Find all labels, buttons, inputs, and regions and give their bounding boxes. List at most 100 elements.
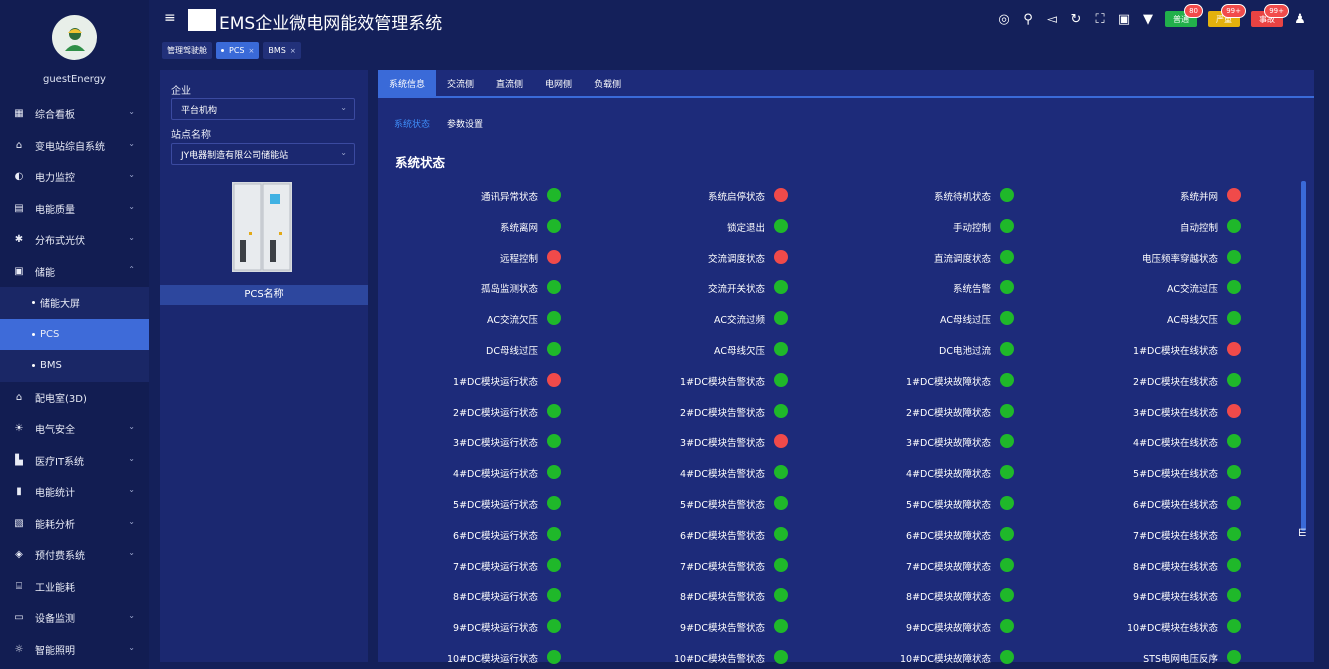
status-label: 5#DC模块在线状态: [1133, 469, 1218, 481]
sidebar-item[interactable]: ⌸ 工业能耗: [0, 571, 149, 603]
sidebar-item[interactable]: ◐ 电力监控 ⌄: [0, 161, 149, 193]
sidebar-item-label: 电力监控: [35, 173, 75, 185]
sidebar-item[interactable]: ▙ 医疗IT系统 ⌄: [0, 445, 149, 477]
fullscreen-icon[interactable]: ⛶: [1093, 12, 1107, 27]
page-tab[interactable]: BMS ×: [263, 42, 301, 59]
username: guestEnergy: [43, 74, 106, 85]
status-label: 6#DC模块在线状态: [1133, 500, 1218, 511]
status-indicator-red: [1227, 403, 1241, 418]
sidebar-item[interactable]: ▧ 能耗分析 ⌄: [0, 508, 149, 540]
main-tab[interactable]: 电网侧: [534, 70, 583, 96]
page-tab[interactable]: 管理驾驶舱: [162, 42, 212, 59]
alarm-badge[interactable]: 严重 99+: [1208, 4, 1246, 27]
alarm-badge[interactable]: 事故 99+: [1251, 4, 1289, 27]
active-dot-icon: [221, 49, 224, 52]
close-icon[interactable]: ×: [249, 47, 255, 55]
status-label: 10#DC模块在线状态: [1127, 623, 1218, 635]
home-icon: ⌂: [15, 139, 23, 151]
sidebar-item[interactable]: ▮ 电能统计 ⌄: [0, 476, 149, 508]
menu-toggle-icon[interactable]: ≡: [164, 10, 176, 26]
sidebar-item-label: 医疗IT系统: [35, 456, 85, 468]
sidebar-item[interactable]: ☼ 智能照明 ⌄: [0, 634, 149, 666]
sidebar-item-label: 电能统计: [35, 488, 75, 500]
sidebar-item-label: 智能照明: [35, 645, 75, 657]
user-icon[interactable]: ♟: [1293, 12, 1307, 27]
company-select[interactable]: 平台机构 ⌄: [171, 98, 355, 120]
sidebar-item[interactable]: ✱ 分布式光伏 ⌄: [0, 224, 149, 256]
status-item: AC母线欠压: [378, 305, 1241, 335]
chevron-down-icon: ⌄: [128, 485, 135, 494]
sidebar-item[interactable]: ☀ 电气安全 ⌄: [0, 413, 149, 445]
mute-icon[interactable]: ◅: [1045, 12, 1059, 27]
sidebar-item-label: 储能: [35, 267, 55, 279]
translate-icon[interactable]: ▣: [1117, 12, 1131, 27]
main-tab[interactable]: 系统信息: [378, 70, 437, 96]
main-tab[interactable]: 负载侧: [583, 70, 632, 96]
sub-tab[interactable]: 系统状态: [394, 117, 430, 130]
page-tab-label: 管理驾驶舱: [167, 46, 207, 55]
sidebar: guestEnergy ▦ 综合看板 ⌄ ⌂ 变电站综自系统 ⌄ ◐ 电力监控 ⌄ ▤ 电能质量 ⌄ ✱…: [0, 0, 149, 669]
house-icon: ⌂: [15, 391, 23, 403]
status-label: STS电网电压反序: [1143, 654, 1218, 665]
status-row: 2#DC模块运行状态 2#DC模块告警状态 2#DC模块故障状态 3#DC模块在线状态: [378, 398, 1314, 428]
chevron-down-icon: ⌄: [128, 453, 135, 463]
alarm-count: 80: [1184, 4, 1203, 18]
sidebar-item[interactable]: PCS: [0, 318, 149, 350]
bullet-icon: [32, 332, 35, 336]
status-label: 7#DC模块在线状态: [1133, 530, 1218, 542]
user-avatar[interactable]: [52, 15, 97, 60]
status-label: 1#DC模块在线状态: [1133, 346, 1218, 357]
station-select[interactable]: JY电器制造有限公司储能站 ⌄: [171, 143, 355, 165]
alarm-count: 99+: [1264, 4, 1289, 18]
status-row: 10#DC模块运行状态 10#DC模块告警状态 10#DC模块故障状态 STS电网电压…: [378, 644, 1314, 669]
sidebar-item[interactable]: ⌂ 配电室(3D): [0, 382, 149, 414]
sidebar-menu: ▦ 综合看板 ⌄ ⌂ 变电站综自系统 ⌄ ◐ 电力监控 ⌄ ▤ 电能质量 ⌄ ✱ 分布式光伏 ⌄ ▣ 储能 ⌃ 储能…: [0, 98, 149, 665]
sidebar-item[interactable]: ▦ 综合看板 ⌄: [0, 98, 149, 130]
status-item: 5#DC模块在线状态: [378, 459, 1241, 489]
refresh-icon[interactable]: ↻: [1069, 12, 1083, 27]
pcs-name-label[interactable]: PCS名称: [160, 285, 368, 305]
main-tab[interactable]: 直流侧: [485, 70, 534, 96]
quality-icon: ▤: [14, 202, 24, 214]
power-icon: ◐: [14, 171, 24, 183]
sidebar-item[interactable]: ▣ 储能 ⌃: [0, 256, 149, 288]
company-label: 企业: [171, 86, 191, 97]
search-icon[interactable]: ⚲: [1021, 12, 1035, 27]
sidebar-item[interactable]: ⌂ 变电站综自系统 ⌄: [0, 130, 149, 162]
scrollbar[interactable]: [1301, 181, 1306, 531]
header: ≡ EMS企业微电网能效管理系统 ◎ ⚲ ◅ ↻ ⛶ ▣ ▼ 普通 80 严重 99+…: [149, 0, 1329, 62]
sidebar-item-label: 配电室(3D): [35, 393, 87, 405]
light-icon: ☼: [14, 643, 24, 655]
alarm-badge[interactable]: 普通 80: [1165, 4, 1203, 27]
sidebar-item-label: 储能大屏: [40, 299, 80, 311]
chevron-down-icon: ⌄: [128, 138, 135, 148]
sub-tab[interactable]: 参数设置: [447, 117, 483, 130]
status-indicator-green: [1227, 465, 1241, 480]
close-icon[interactable]: ×: [290, 47, 296, 55]
status-indicator-green: [1227, 526, 1241, 541]
sidebar-item[interactable]: ▤ 电能质量 ⌄: [0, 193, 149, 225]
sidebar-item[interactable]: 储能大屏: [0, 287, 149, 319]
chevron-down-icon: ⌄: [128, 516, 135, 526]
sidebar-item-label: 电气安全: [35, 425, 75, 437]
status-row: 6#DC模块运行状态 6#DC模块告警状态 6#DC模块故障状态 7#DC模块在线状态: [378, 521, 1314, 551]
theme-icon[interactable]: ▼: [1141, 12, 1155, 27]
bar-chart-icon: ▮: [16, 486, 22, 498]
status-indicator-green: [1227, 434, 1241, 449]
status-row: 8#DC模块运行状态 8#DC模块告警状态 8#DC模块故障状态 9#DC模块在线状态: [378, 582, 1314, 612]
sidebar-item-label: 能耗分析: [35, 519, 75, 531]
status-row: 9#DC模块运行状态 9#DC模块告警状态 9#DC模块故障状态 10#DC模块在线状…: [378, 613, 1314, 643]
target-icon[interactable]: ◎: [997, 12, 1011, 27]
sidebar-item[interactable]: ◈ 预付费系统 ⌄: [0, 539, 149, 571]
main-tab[interactable]: 交流侧: [436, 70, 485, 96]
status-indicator-green: [1227, 496, 1241, 510]
sidebar-item[interactable]: ▭ 设备监测 ⌄: [0, 602, 149, 634]
sidebar-item[interactable]: BMS: [0, 350, 149, 382]
page-tabs: 管理驾驶舱 PCS × BMS ×: [162, 42, 301, 59]
prepaid-icon: ◈: [15, 549, 23, 561]
page-tab[interactable]: PCS ×: [216, 42, 260, 59]
status-label: 系统并网: [1179, 192, 1218, 203]
filter-icon[interactable]: ⋿: [1298, 528, 1307, 539]
status-label: 8#DC模块在线状态: [1133, 561, 1218, 573]
sidebar-item-label: 工业能耗: [35, 582, 75, 594]
